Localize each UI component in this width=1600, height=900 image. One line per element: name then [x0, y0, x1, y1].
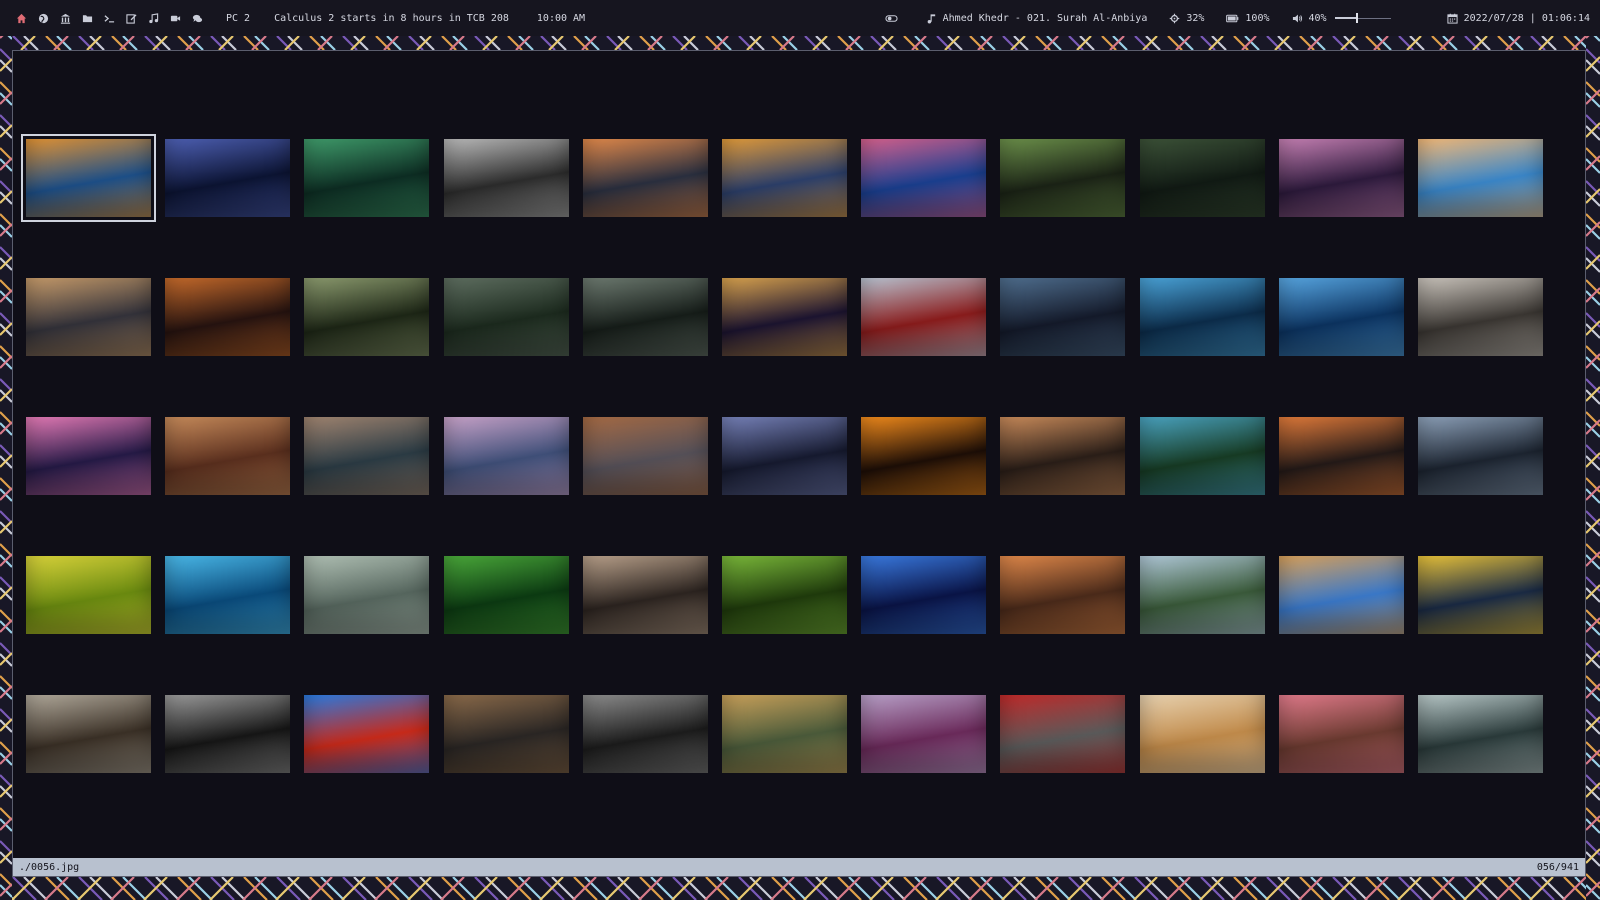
thumbnail[interactable] — [1418, 556, 1543, 634]
thumbnail[interactable] — [304, 556, 430, 634]
desktop-wallpaper-left — [0, 36, 12, 900]
video-icon[interactable] — [164, 8, 186, 28]
thumbnail[interactable] — [1278, 695, 1404, 773]
thumbnail[interactable] — [861, 139, 987, 217]
music-icon[interactable] — [142, 8, 164, 28]
battery-icon — [1226, 14, 1239, 22]
thumbnail[interactable] — [861, 417, 987, 495]
home-icon[interactable] — [10, 8, 32, 28]
thumbnail[interactable] — [165, 139, 291, 217]
thumbnail[interactable] — [165, 278, 291, 356]
thumbnail[interactable] — [582, 139, 708, 217]
image-position: 056/941 — [1536, 861, 1579, 873]
thumbnail[interactable] — [861, 556, 987, 634]
thumbnail[interactable] — [861, 278, 987, 356]
thumbnail[interactable] — [26, 695, 151, 773]
thumbnail[interactable] — [443, 417, 569, 495]
desktop-wallpaper-right — [1586, 36, 1600, 900]
thumbnail[interactable] — [1000, 556, 1126, 634]
cpu-icon — [1170, 13, 1180, 23]
thumbnail[interactable] — [1000, 695, 1126, 773]
thumbnail[interactable] — [722, 139, 847, 217]
volume-slider-fill — [1334, 17, 1357, 19]
thumbnail[interactable] — [1139, 278, 1265, 356]
battery-value: 100% — [1245, 12, 1270, 24]
thumbnail[interactable] — [1278, 278, 1404, 356]
thumbnail[interactable] — [165, 695, 291, 773]
cpu-value: 32% — [1186, 12, 1205, 24]
desktop-wallpaper-bottom — [0, 877, 1600, 900]
thumbnail[interactable] — [1418, 139, 1543, 217]
now-playing-text: Ahmed Khedr - 021. Surah Al-Anbiya — [942, 12, 1148, 24]
thumbnail[interactable] — [26, 417, 151, 495]
thumbnail[interactable] — [582, 695, 708, 773]
thumbnail[interactable] — [165, 556, 291, 634]
system-tray: Ahmed Khedr - 021. Surah Al-Anbiya 32% 1… — [863, 13, 1590, 24]
edit-icon[interactable] — [120, 8, 142, 28]
thumbnail[interactable] — [722, 278, 847, 356]
thumbnail[interactable] — [1278, 417, 1404, 495]
thumbnail[interactable] — [1418, 417, 1543, 495]
thumbnail[interactable] — [1000, 139, 1126, 217]
thumbnail[interactable] — [1278, 139, 1404, 217]
thumbnail[interactable] — [582, 417, 708, 495]
desktop-wallpaper-top — [0, 36, 1600, 50]
thumbnail[interactable] — [1000, 417, 1126, 495]
cpu-indicator: 32% — [1169, 13, 1204, 24]
current-filename: ./0056.jpg — [19, 861, 80, 873]
thumbnail[interactable] — [1139, 695, 1265, 773]
thumbnail[interactable] — [304, 417, 430, 495]
thumbnail[interactable] — [722, 556, 847, 634]
thumbnail[interactable] — [1139, 417, 1265, 495]
thumbnail[interactable] — [722, 695, 847, 773]
thumbnail[interactable] — [165, 417, 291, 495]
thumbnail[interactable] — [304, 695, 430, 773]
thumbnail[interactable] — [304, 278, 430, 356]
top-panel: PC 2 Calculus 2 starts in 8 hours in TCB… — [0, 0, 1600, 36]
thumbnail[interactable] — [1418, 695, 1543, 773]
reminder-time: 10:00 AM — [536, 12, 586, 24]
thumbnail[interactable] — [304, 139, 430, 217]
volume-value: 40% — [1308, 12, 1327, 24]
thumbnail[interactable] — [1139, 556, 1265, 634]
now-playing[interactable]: Ahmed Khedr - 021. Surah Al-Anbiya — [926, 12, 1148, 24]
thumbnail[interactable] — [443, 695, 569, 773]
thumbnail[interactable] — [26, 556, 151, 634]
thumbnail[interactable] — [443, 139, 569, 217]
thumbnail[interactable] — [26, 278, 151, 356]
thumbnail[interactable] — [443, 278, 569, 356]
status-bar: ./0056.jpg 056/941 — [13, 858, 1585, 876]
thumbnail[interactable] — [1000, 278, 1126, 356]
music-note-icon — [927, 13, 935, 23]
chat-icon[interactable] — [186, 8, 208, 28]
globe-icon[interactable] — [32, 8, 54, 28]
folder-icon[interactable] — [76, 8, 98, 28]
calendar-icon — [1446, 13, 1458, 24]
thumbnail[interactable] — [582, 278, 708, 356]
battery-indicator: 100% — [1226, 12, 1270, 24]
thumbnail[interactable] — [582, 556, 708, 634]
workspace-label[interactable]: PC 2 — [226, 13, 250, 24]
volume-indicator[interactable]: 40% — [1292, 13, 1391, 24]
volume-icon — [1292, 14, 1302, 22]
calendar-reminder: Calculus 2 starts in 8 hours in TCB 208 — [274, 12, 509, 24]
bank-icon[interactable] — [54, 8, 76, 28]
thumbnail[interactable] — [21, 134, 156, 222]
toggle-icon[interactable] — [885, 13, 904, 24]
thumbnail[interactable] — [1278, 556, 1404, 634]
thumbnail[interactable] — [1139, 139, 1265, 217]
clock-text: 2022/07/28 | 01:06:14 — [1463, 12, 1590, 24]
volume-slider-knob[interactable] — [1355, 13, 1358, 23]
thumbnail[interactable] — [1418, 278, 1543, 356]
launcher-group: PC 2 Calculus 2 starts in 8 hours in TCB… — [10, 8, 585, 28]
terminal-icon[interactable] — [98, 8, 120, 28]
thumbnail[interactable] — [722, 417, 847, 495]
clock[interactable]: 2022/07/28 | 01:06:14 — [1446, 12, 1590, 24]
thumbnail[interactable] — [443, 556, 569, 634]
image-viewer-window[interactable]: ./0056.jpg 056/941 — [12, 50, 1586, 877]
volume-slider[interactable] — [1334, 13, 1391, 23]
thumbnail[interactable] — [861, 695, 987, 773]
